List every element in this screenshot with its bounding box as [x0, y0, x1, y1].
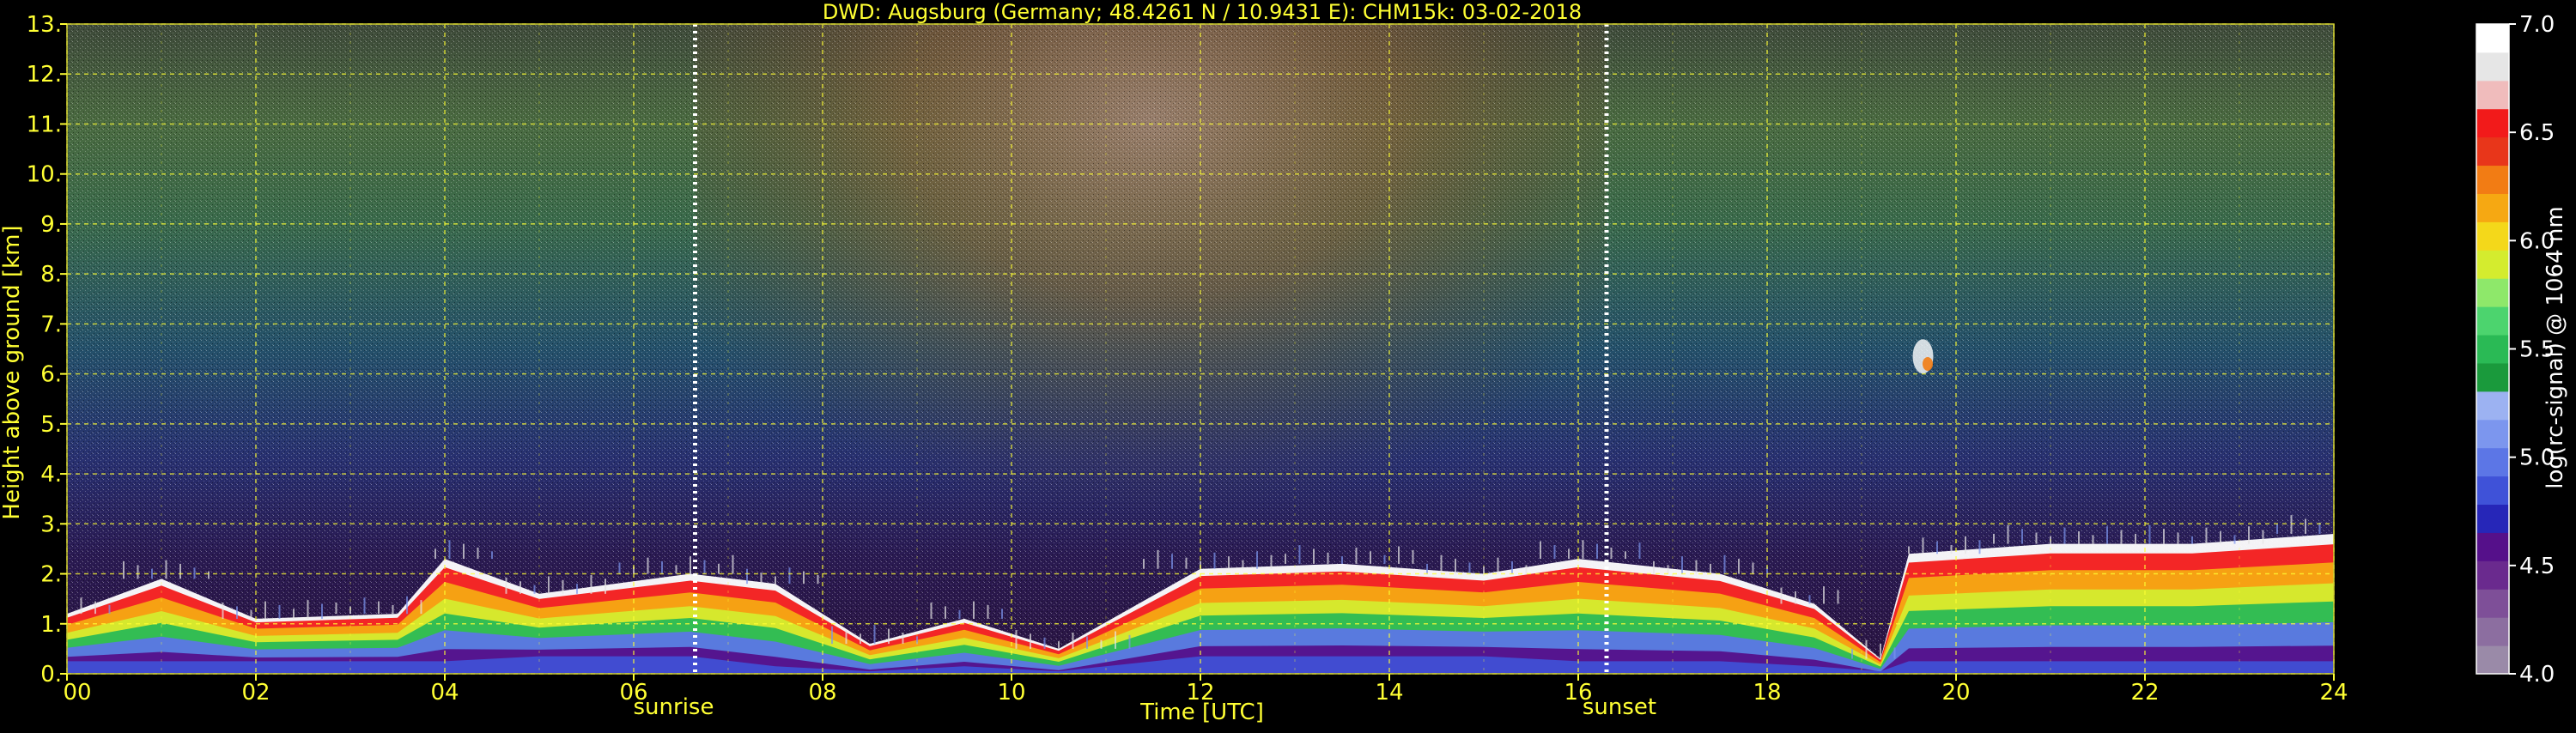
y-tick-label: 13. [27, 12, 62, 38]
x-tick-label: 10 [997, 680, 1025, 706]
y-tick-label: 9. [40, 212, 62, 238]
colorbar-segment [2476, 24, 2509, 53]
colorbar-segment [2476, 108, 2509, 138]
colorbar-segment [2476, 165, 2509, 194]
colorbar-segment [2476, 391, 2509, 421]
ceilometer-figure: sunrise sunset 00 02 04 06 08 10 12 14 16 18 20 22 24… [0, 0, 2576, 730]
y-tick-label: 1. [40, 612, 62, 638]
x-tick-label: 14 [1375, 680, 1403, 706]
x-tick-label: 22 [2130, 680, 2159, 706]
colorbar-segment [2476, 560, 2509, 590]
elevated-cloud-core [1923, 356, 1933, 371]
colorbar-segment [2476, 335, 2509, 364]
x-tick-label: 02 [241, 680, 270, 706]
colorbar-segment [2476, 306, 2509, 336]
y-tick-label: 7. [40, 312, 62, 337]
colorbar-label: log(rc-signal) @ 1064 nm [2543, 206, 2568, 488]
colorbar-segment [2476, 278, 2509, 307]
colorbar-segment [2476, 80, 2509, 110]
colorbar-segment [2476, 193, 2509, 222]
colorbar-segment [2476, 362, 2509, 392]
y-tick-label: 6. [40, 362, 62, 388]
colorbar-segment [2476, 419, 2509, 449]
colorbar-segment [2476, 250, 2509, 279]
colorbar-segment [2476, 476, 2509, 506]
y-tick-label: 3. [40, 512, 62, 537]
colorbar-segment [2476, 447, 2509, 477]
colorbar-segment [2476, 589, 2509, 618]
y-tick-label: 2. [40, 562, 62, 588]
y-tick-label: 4. [40, 462, 62, 488]
y-tick-label: 0. [40, 662, 62, 688]
colorbar-tick-label: 6.5 [2519, 120, 2555, 146]
x-axis-label: Time [UTC] [1139, 700, 1264, 725]
colorbar-tick-label: 4.0 [2519, 662, 2555, 688]
colorbar-segment [2476, 645, 2509, 675]
colorbar-tick-label: 7.0 [2519, 12, 2555, 38]
ceilometer-chart: sunrise sunset 00 02 04 06 08 10 12 14 16 18 20 22 24… [0, 0, 2568, 725]
colorbar-segment [2476, 532, 2509, 561]
y-tick-label: 5. [40, 412, 62, 438]
y-tick-label: 12. [27, 62, 62, 88]
y-tick-label: 11. [27, 112, 62, 137]
x-tick-label: 00 [63, 680, 91, 706]
y-axis-label: Height above ground [km] [0, 225, 25, 519]
x-tick-label: 08 [808, 680, 836, 706]
colorbar-segment [2476, 504, 2509, 533]
x-tick-label: 04 [430, 680, 459, 706]
x-tick-label: 20 [1941, 680, 1970, 706]
x-tick-label: 18 [1753, 680, 1781, 706]
colorbar-tick-label: 4.5 [2519, 554, 2555, 579]
colorbar-segment [2476, 136, 2509, 167]
colorbar-segment [2476, 617, 2509, 646]
y-tick-label: 8. [40, 262, 62, 288]
sunset-label: sunset [1583, 694, 1656, 720]
x-tick-label: 16 [1564, 680, 1592, 706]
colorbar-segment [2476, 221, 2509, 251]
colorbar-segment [2476, 51, 2509, 82]
x-tick-label: 06 [619, 680, 647, 706]
chart-title: DWD: Augsburg (Germany; 48.4261 N / 10.9… [823, 0, 1582, 24]
x-tick-label: 24 [2319, 680, 2348, 706]
y-tick-label: 10. [27, 162, 62, 188]
